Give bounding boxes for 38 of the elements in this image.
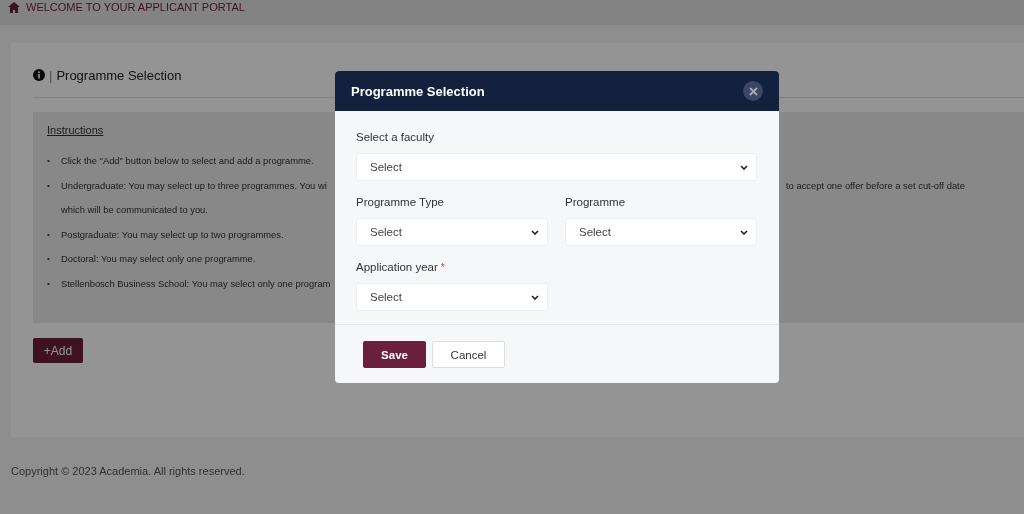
chevron-down-icon (531, 229, 539, 235)
field-label: Application year (356, 261, 438, 273)
add-button[interactable]: +Add (33, 338, 83, 363)
bullet: • (47, 253, 51, 265)
close-button[interactable] (743, 81, 763, 101)
field-label: Select a faculty (356, 131, 434, 143)
modal-title: Programme Selection (351, 83, 485, 99)
close-icon (748, 86, 758, 96)
chevron-down-icon (531, 294, 539, 300)
chevron-down-icon (740, 164, 748, 170)
separator: | (49, 67, 53, 83)
instruction-text: Doctoral: You may select only one programme. (61, 252, 257, 266)
bullet: • (47, 228, 51, 241)
instruction-text: Postgraduate: You may select up to two programmes. (61, 227, 285, 242)
required-mark: * (440, 262, 445, 273)
card-title: Programme Selection (56, 67, 182, 83)
bullet: • (47, 155, 51, 167)
instruction-text: which will be communicated to you. (61, 204, 208, 215)
instruction-text: Stellenbosch Business School: You may select only one program (61, 276, 332, 291)
bullet: • (47, 277, 51, 290)
copyright-text: Copyright © 2023 Academia. All rights reserved. (11, 465, 245, 477)
select-field[interactable]: Select (356, 153, 757, 181)
select-field[interactable]: Select (356, 283, 548, 311)
instructions-heading: Instructions (47, 124, 104, 136)
select-field[interactable]: Select (356, 218, 548, 246)
portal-title: WELCOME TO YOUR APPLICANT PORTAL (26, 1, 245, 14)
home-icon (8, 2, 20, 13)
instruction-text: Undergraduate: You may select up to three programmes. You wi (61, 178, 328, 193)
instruction-text: to accept one offer before a set cut-off date (786, 178, 966, 193)
instruction-text: Click the "Add" button below to select and add a programme. (61, 154, 315, 168)
info-icon (33, 69, 45, 81)
field-label: Programme Type (356, 196, 444, 208)
save-button[interactable]: Save (363, 341, 426, 368)
bullet: • (47, 179, 51, 192)
chevron-down-icon (740, 229, 748, 235)
field-label: Programme (565, 196, 626, 208)
select-field[interactable]: Select (565, 218, 757, 246)
cancel-button[interactable]: Cancel (432, 341, 505, 368)
